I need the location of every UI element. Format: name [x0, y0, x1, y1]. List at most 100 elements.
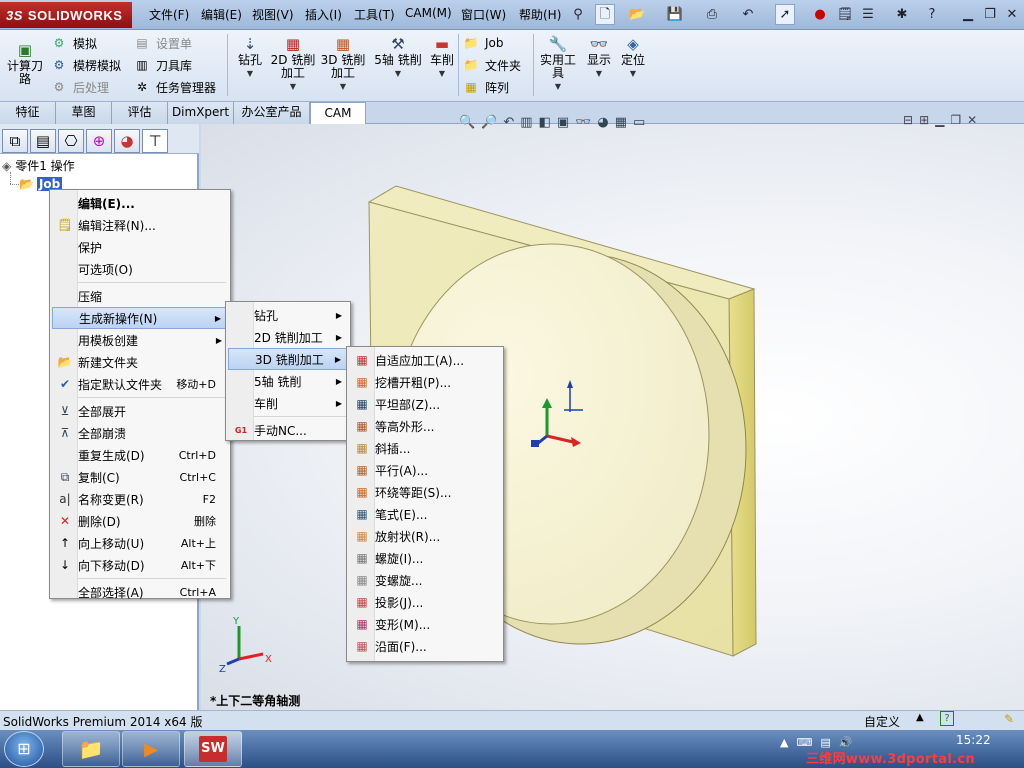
minimize-icon[interactable]: ▁: [958, 4, 978, 25]
task-manager-button[interactable]: ✲ 任务管理器: [133, 77, 216, 97]
rebuild-traffic-light-icon[interactable]: ●: [810, 4, 830, 25]
job-button[interactable]: 📁 Job: [462, 33, 504, 53]
tree-root[interactable]: ◈ 零件1 操作: [2, 157, 75, 174]
mill-3d-menu-item-8[interactable]: ▦ 放射状(R)...: [349, 525, 501, 547]
context-menu-item-11[interactable]: 重复生成(D) Ctrl+D: [52, 444, 228, 466]
print-icon[interactable]: ⎙: [702, 4, 722, 25]
undo-icon[interactable]: ↶: [738, 4, 758, 25]
context-menu-item-3[interactable]: 可选项(O): [52, 258, 228, 280]
context-menu-item-10[interactable]: ⊼ 全部崩溃: [52, 422, 228, 444]
tab-office-products[interactable]: 办公室产品: [234, 102, 310, 124]
menu-edit[interactable]: 编辑(E): [201, 6, 242, 23]
rebuild-status-icon[interactable]: ✎: [1004, 712, 1014, 726]
context-menu-item-5[interactable]: 生成新操作(N) ▶: [52, 307, 228, 329]
save-icon[interactable]: 💾: [665, 4, 685, 25]
pin-icon[interactable]: ⚲: [568, 4, 588, 25]
display-button[interactable]: 👓 显示 ▼: [582, 34, 616, 80]
context-menu-item-9[interactable]: ⊻ 全部展开: [52, 400, 228, 422]
context-menu-item-7[interactable]: 📂 新建文件夹: [52, 351, 228, 373]
simulate-button[interactable]: ⚙ 模拟: [50, 33, 97, 53]
menu-cam[interactable]: CAM(M): [405, 6, 452, 20]
context-menu-item-0[interactable]: 编辑(E)...: [52, 192, 228, 214]
chevron-up-icon[interactable]: ▲: [916, 712, 924, 723]
close-icon[interactable]: ✕: [1002, 4, 1022, 25]
menu-insert[interactable]: 插入(I): [305, 6, 342, 23]
dimxpert-tab-icon[interactable]: ⊕: [86, 129, 112, 153]
context-menu-item-15[interactable]: ↑ 向上移动(U) Alt+上: [52, 532, 228, 554]
mill-3d-menu-item-12[interactable]: ▦ 变形(M)...: [349, 613, 501, 635]
mill-3d-menu-item-13[interactable]: ▦ 沿面(F)...: [349, 635, 501, 657]
start-button[interactable]: ⊞: [4, 731, 44, 767]
mill-3d-menu-item-4[interactable]: ▦ 斜插...: [349, 437, 501, 459]
setup-sheet-button[interactable]: ▤ 设置单: [133, 33, 192, 53]
select-pointer-icon[interactable]: ➚: [775, 4, 795, 25]
property-manager-tab-icon[interactable]: ▤: [30, 129, 56, 153]
calc-toolpath-button[interactable]: ▣ 计算刀 路: [4, 40, 46, 86]
configuration-tab-icon[interactable]: ⎔: [58, 129, 84, 153]
menu-file[interactable]: 文件(F): [149, 6, 189, 23]
taskbar-solidworks-button[interactable]: SW: [184, 731, 242, 767]
help-icon[interactable]: ?: [922, 4, 942, 25]
context-menu-item-6[interactable]: 用模板创建 ▶: [52, 329, 228, 351]
open-folder-icon[interactable]: 📂: [627, 4, 647, 25]
context-menu-item-17[interactable]: 全部选择(A) Ctrl+A: [52, 581, 228, 603]
new-op-menu-item-1[interactable]: 2D 铣削加工 ▶: [228, 326, 348, 348]
tab-dimxpert[interactable]: DimXpert: [168, 102, 234, 124]
model-simulate-button[interactable]: ⚙ 模楞模拟: [50, 55, 121, 75]
locate-button[interactable]: ◈ 定位 ▼: [616, 34, 650, 80]
mill-3d-menu-item-10[interactable]: ▦ 变螺旋...: [349, 569, 501, 591]
mill-5axis-button[interactable]: ⚒ 5轴 铣削 ▼: [370, 34, 426, 80]
tab-features[interactable]: 特征: [0, 102, 56, 124]
clock-time[interactable]: 15:22: [956, 733, 991, 747]
context-menu-item-1[interactable]: 🗒 编辑注释(N)...: [52, 214, 228, 236]
tab-evaluate[interactable]: 评估: [112, 102, 168, 124]
menu-view[interactable]: 视图(V): [252, 6, 294, 23]
taskbar-media-button[interactable]: ▶: [122, 731, 180, 767]
tray-chevron-icon[interactable]: ▲: [780, 736, 788, 749]
display-manager-tab-icon[interactable]: ◕: [114, 129, 140, 153]
new-op-menu-item-3[interactable]: 5轴 铣削 ▶: [228, 370, 348, 392]
new-op-menu-item-2[interactable]: 3D 铣削加工 ▶: [228, 348, 348, 370]
mill-3d-menu-item-2[interactable]: ▦ 平坦部(Z)...: [349, 393, 501, 415]
mill-3d-menu-item-0[interactable]: ▦ 自适应加工(A)...: [349, 349, 501, 371]
help-status-icon[interactable]: ?: [940, 711, 954, 726]
context-menu-item-2[interactable]: 保护: [52, 236, 228, 258]
turning-button[interactable]: ▬ 车削 ▼: [426, 34, 458, 80]
search-commands-icon[interactable]: ✱: [892, 4, 912, 25]
array-button[interactable]: ▦ 阵列: [462, 77, 509, 97]
context-menu-item-13[interactable]: a| 名称变更(R) F2: [52, 488, 228, 510]
menu-help[interactable]: 帮助(H): [519, 6, 561, 23]
feature-tree-tab-icon[interactable]: ⧉: [2, 129, 28, 153]
mill-2d-button[interactable]: ▦ 2D 铣削 加工 ▼: [270, 34, 316, 93]
utility-button[interactable]: 🔧 实用工 具 ▼: [537, 34, 579, 93]
mill-3d-menu-item-3[interactable]: ▦ 等高外形...: [349, 415, 501, 437]
mill-3d-menu-item-7[interactable]: ▦ 笔式(E)...: [349, 503, 501, 525]
cam-operations-tab-icon[interactable]: ⊤: [142, 129, 168, 153]
units-selector[interactable]: 自定义: [864, 713, 900, 730]
mill-3d-menu-item-9[interactable]: ▦ 螺旋(I)...: [349, 547, 501, 569]
drill-button[interactable]: ⇣ 钻孔 ▼: [232, 34, 268, 80]
folder-button[interactable]: 📁 文件夹: [462, 55, 522, 75]
mill-3d-menu-item-11[interactable]: ▦ 投影(J)...: [349, 591, 501, 613]
menu-tools[interactable]: 工具(T): [354, 6, 395, 23]
menu-window[interactable]: 窗口(W): [461, 6, 506, 23]
tab-sketch[interactable]: 草图: [56, 102, 112, 124]
restore-icon[interactable]: ❐: [980, 4, 1000, 25]
mill-3d-menu-item-6[interactable]: ▦ 环绕等距(S)...: [349, 481, 501, 503]
options-icon[interactable]: ☰: [858, 4, 878, 25]
mill-3d-button[interactable]: ▦ 3D 铣削 加工 ▼: [320, 34, 366, 93]
mill-3d-menu-item-5[interactable]: ▦ 平行(A)...: [349, 459, 501, 481]
post-process-button[interactable]: ⚙ 后处理: [50, 77, 109, 97]
solidworks-logo[interactable]: 3S SOLIDWORKS: [0, 2, 132, 28]
new-document-icon[interactable]: 🗋: [595, 4, 615, 25]
context-menu-item-8[interactable]: ✔ 指定默认文件夹 移动+D: [52, 373, 228, 395]
new-op-menu-item-5[interactable]: G1 手动NC...: [228, 419, 348, 441]
new-op-menu-item-4[interactable]: 车削 ▶: [228, 392, 348, 414]
new-op-menu-item-0[interactable]: 钻孔 ▶: [228, 304, 348, 326]
context-menu-item-4[interactable]: 压缩: [52, 285, 228, 307]
tool-library-button[interactable]: ▥ 刀具库: [133, 55, 192, 75]
context-menu-item-12[interactable]: ⧉ 复制(C) Ctrl+C: [52, 466, 228, 488]
taskbar-explorer-button[interactable]: 📁: [62, 731, 120, 767]
context-menu-item-16[interactable]: ↓ 向下移动(D) Alt+下: [52, 554, 228, 576]
mill-3d-menu-item-1[interactable]: ▦ 挖槽开粗(P)...: [349, 371, 501, 393]
